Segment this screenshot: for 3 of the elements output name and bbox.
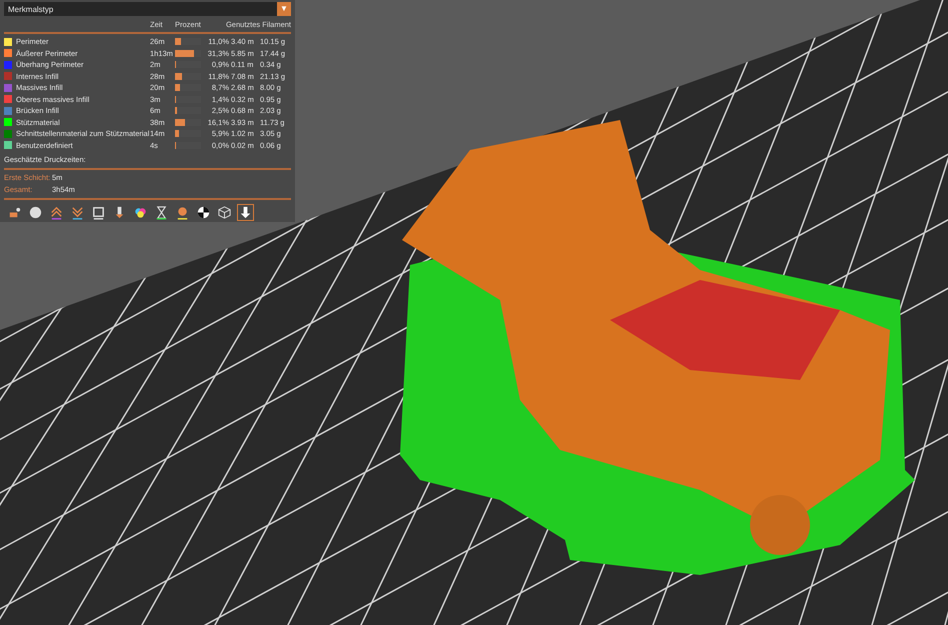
dropdown-value: Merkmalstyp xyxy=(8,4,54,14)
view-type-dropdown[interactable]: Merkmalstyp ▼ xyxy=(4,2,291,16)
cube-icon[interactable] xyxy=(216,204,233,220)
